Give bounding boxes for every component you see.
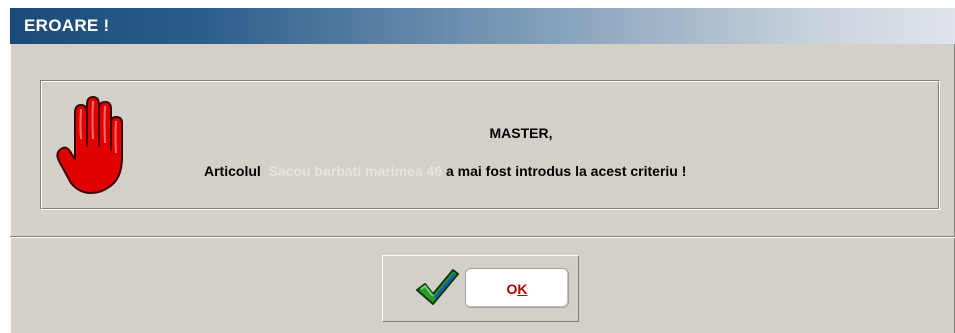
title-bar[interactable]: EROARE ! [10,8,955,44]
button-area: OK [382,255,579,322]
message-text: Articolul Sacou barbati marimea 46 a mai… [204,163,686,179]
message-greeting: MASTER, [489,125,553,141]
message-panel: MASTER, Articolul Sacou barbati marimea … [40,80,940,210]
separator [10,236,955,238]
article-name: Sacou barbati marimea 46 [268,163,443,179]
ok-button[interactable]: OK [465,268,569,308]
dialog-title: EROARE ! [24,16,110,35]
message-prefix: Articolul [204,163,261,179]
ok-label: O [506,281,518,297]
error-dialog: EROARE ! MASTER, Articolul Sacou barbati… [10,8,955,333]
checkmark-icon [416,269,459,305]
stop-hand-icon [56,96,123,194]
message-suffix: a mai fost introdus la acest criteriu ! [445,163,687,179]
ok-accelerator: K [517,281,528,297]
